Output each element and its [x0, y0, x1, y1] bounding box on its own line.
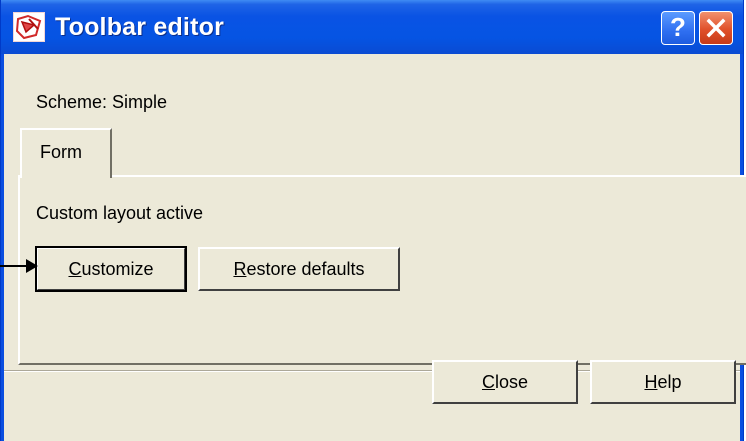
close-button-text-post: lose — [494, 372, 529, 392]
help-icon[interactable]: ? — [661, 11, 695, 45]
close-icon[interactable] — [699, 11, 733, 45]
customize-button[interactable]: Customize — [35, 246, 187, 292]
title-bar[interactable]: Toolbar editor ? — [1, 0, 743, 54]
scheme-label: Scheme: Simple — [36, 92, 168, 112]
restore-defaults-button[interactable]: Restore defaults — [198, 247, 400, 291]
close-button[interactable]: Close — [432, 360, 578, 404]
restore-button-accel: R — [233, 259, 247, 279]
dialog-body: Scheme: Simple Form Custom layout active… — [4, 54, 746, 441]
tab-panel: Custom layout active Customize Restore d… — [18, 175, 746, 365]
tab-form-label: Form — [40, 142, 82, 162]
help-button[interactable]: Help — [590, 360, 736, 404]
arrow-pointer-icon — [0, 259, 38, 273]
customize-button-accel: C — [68, 259, 82, 279]
tab-form[interactable]: Form — [20, 128, 112, 178]
layout-status-text: Custom layout active — [36, 203, 204, 223]
close-button-accel: C — [481, 372, 495, 392]
help-button-text-post: elp — [657, 372, 682, 392]
window-title: Toolbar editor — [55, 13, 224, 41]
help-button-accel: H — [644, 372, 658, 392]
restore-button-text-post: estore defaults — [246, 259, 365, 279]
toolbar-editor-window: Toolbar editor ? Scheme: Simple Form Cus… — [0, 0, 746, 441]
customize-button-text-post: ustomize — [81, 259, 154, 279]
toolbar-app-icon[interactable] — [13, 12, 45, 42]
